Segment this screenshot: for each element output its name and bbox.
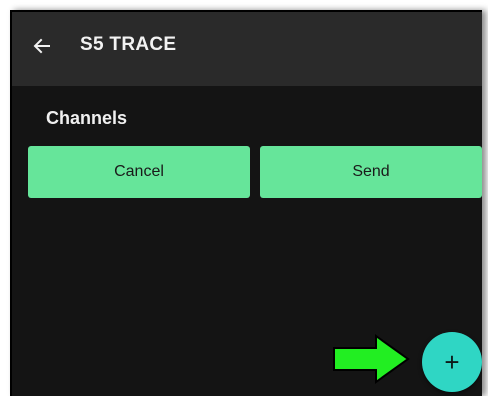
arrow-left-icon [33,38,50,54]
plus-icon: + [444,346,460,377]
cancel-button[interactable]: Cancel [28,146,250,198]
green-arrow-icon [333,334,410,384]
add-fab-button[interactable]: + [422,332,482,392]
send-button[interactable]: Send [260,146,482,198]
back-button[interactable] [30,34,54,58]
app-bar: S5 TRACE [12,12,482,86]
app-title: S5 TRACE [80,34,177,55]
app-window: S5 TRACE Channels Cancel Send + [10,10,482,396]
section-title: Channels [46,108,128,128]
